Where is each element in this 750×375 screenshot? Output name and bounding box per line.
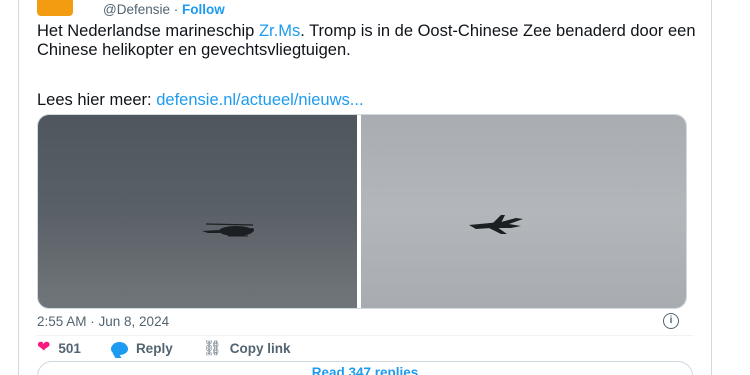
reply-label: Reply xyxy=(135,340,173,356)
tweet-actions: ❤ 501 Reply ⛓ Copy link xyxy=(37,339,321,358)
copy-link-label: Copy link xyxy=(229,340,291,356)
fighter-jet-photo[interactable] xyxy=(361,115,686,308)
tweet-card: @Defensie · Follow Het Nederlandse marin… xyxy=(18,0,712,375)
like-button[interactable]: ❤ 501 xyxy=(37,340,81,356)
reply-bubble-icon xyxy=(110,341,128,355)
article-link[interactable]: defensie.nl/actueel/nieuws... xyxy=(156,91,363,109)
read-more-prefix: Lees hier meer: xyxy=(37,91,157,109)
helicopter-photo[interactable] xyxy=(38,115,358,308)
tweet-text-before: Het Nederlandse marineschip xyxy=(37,22,259,40)
like-count: 501 xyxy=(58,340,81,356)
divider-line xyxy=(37,335,693,336)
link-chain-icon: ⛓ xyxy=(202,340,222,357)
handle-separator: · xyxy=(170,2,182,17)
tweet-text: Het Nederlandse marineschip Zr.Ms. Tromp… xyxy=(37,22,697,60)
tweet-mention-link[interactable]: Zr.Ms xyxy=(259,22,300,40)
follow-button[interactable]: Follow xyxy=(182,2,225,17)
author-handle-row: @Defensie · Follow xyxy=(103,2,225,17)
reply-button[interactable]: Reply xyxy=(110,340,173,356)
copy-link-button[interactable]: ⛓ Copy link xyxy=(203,339,291,357)
info-icon[interactable]: i xyxy=(663,313,679,329)
read-replies-button[interactable]: Read 347 replies xyxy=(37,361,693,375)
heart-icon: ❤ xyxy=(37,339,51,356)
read-more-line: Lees hier meer: defensie.nl/actueel/nieu… xyxy=(37,91,364,110)
tweet-timestamp[interactable]: 2:55 AM · Jun 8, 2024 xyxy=(37,314,169,329)
media-grid xyxy=(37,114,687,309)
author-handle[interactable]: @Defensie xyxy=(103,2,170,17)
helicopter-silhouette xyxy=(202,223,254,237)
fighter-jet-silhouette xyxy=(469,215,524,234)
defensie-avatar[interactable] xyxy=(37,0,73,16)
